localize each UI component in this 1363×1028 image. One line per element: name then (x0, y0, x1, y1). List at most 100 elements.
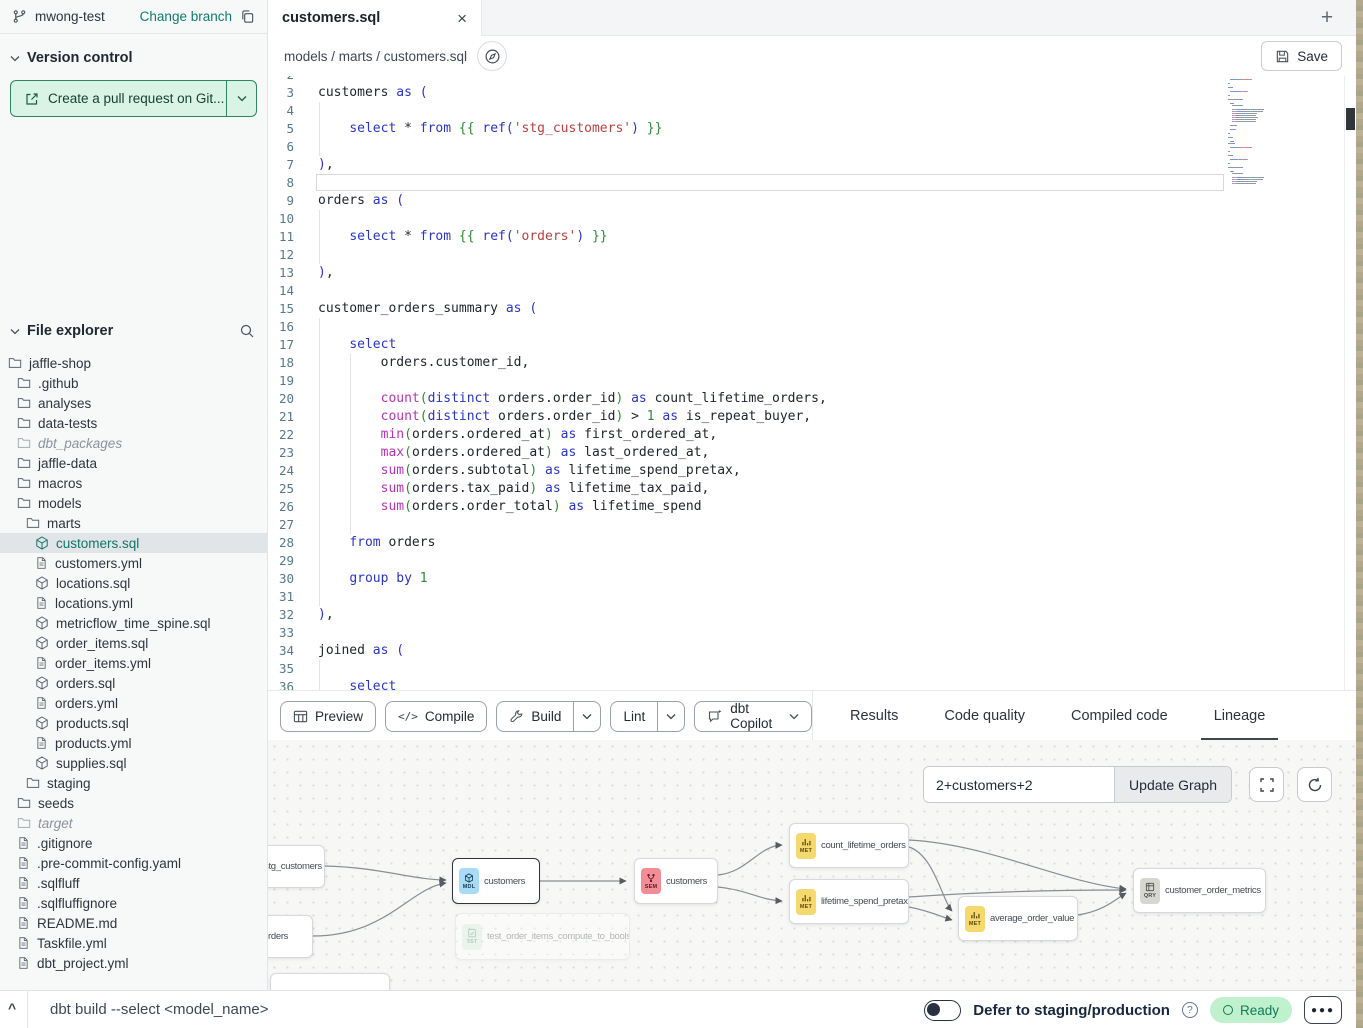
lineage-node-average_order_value[interactable]: METaverage_order_value (958, 896, 1078, 941)
update-graph-button[interactable]: Update Graph (1114, 767, 1231, 802)
tree-item-staging[interactable]: staging (0, 773, 267, 793)
lineage-node-stg_customers[interactable]: stg_customers (268, 845, 325, 888)
tree-item-order-items-sql[interactable]: order_items.sql (0, 633, 267, 653)
defer-toggle[interactable] (924, 1000, 961, 1021)
code-line-31[interactable]: 31 (268, 588, 1356, 606)
tree-item--gitignore[interactable]: .gitignore (0, 833, 267, 853)
code-line-9[interactable]: 9orders as ( (268, 192, 1356, 210)
code-line-29[interactable]: 29 (268, 552, 1356, 570)
code-line-24[interactable]: 24 sum(orders.subtotal) as lifetime_spen… (268, 462, 1356, 480)
lineage-node-orders[interactable]: orders (268, 915, 313, 958)
scrollbar-thumb[interactable] (1346, 108, 1355, 130)
tree-item-customers-sql[interactable]: customers.sql (0, 533, 267, 553)
lineage-node-customer_order_metrics[interactable]: QRYcustomer_order_metrics (1133, 868, 1266, 913)
tree-item-products-yml[interactable]: products.yml (0, 733, 267, 753)
code-line-36[interactable]: 36 select (268, 678, 1356, 690)
tree-item-customers-yml[interactable]: customers.yml (0, 553, 267, 573)
code-line-34[interactable]: 34joined as ( (268, 642, 1356, 660)
code-line-4[interactable]: 4 (268, 102, 1356, 120)
tree-item--pre-commit-config-yaml[interactable]: .pre-commit-config.yaml (0, 853, 267, 873)
copy-icon[interactable] (240, 9, 255, 24)
minimap[interactable] (1228, 76, 1310, 195)
lineage-node-partial[interactable] (270, 973, 390, 990)
code-line-3[interactable]: 3customers as ( (268, 84, 1356, 102)
code-line-33[interactable]: 33 (268, 624, 1356, 642)
code-line-21[interactable]: 21 count(distinct orders.order_id) > 1 a… (268, 408, 1356, 426)
tree-item-macros[interactable]: macros (0, 473, 267, 493)
lint-button[interactable]: Lint (610, 701, 685, 732)
compass-icon[interactable] (477, 41, 507, 71)
code-line-18[interactable]: 18 orders.customer_id, (268, 354, 1356, 372)
tree-item-order-items-yml[interactable]: order_items.yml (0, 653, 267, 673)
lineage-node-lifetime_spend_pretax[interactable]: METlifetime_spend_pretax (789, 879, 909, 924)
lineage-selector-input[interactable] (924, 767, 1114, 802)
code-line-5[interactable]: 5 select * from {{ ref('stg_customers') … (268, 120, 1356, 138)
code-line-27[interactable]: 27 (268, 516, 1356, 534)
tree-item-orders-sql[interactable]: orders.sql (0, 673, 267, 693)
tree-item-target[interactable]: target (0, 813, 267, 833)
code-line-20[interactable]: 20 count(distinct orders.order_id) as co… (268, 390, 1356, 408)
tree-item-models[interactable]: models (0, 493, 267, 513)
tree-item-dbt-project-yml[interactable]: dbt_project.yml (0, 953, 267, 973)
code-line-8[interactable]: 8 (268, 174, 1356, 192)
tree-item--sqlfluffignore[interactable]: .sqlfluffignore (0, 893, 267, 913)
code-line-13[interactable]: 13), (268, 264, 1356, 282)
tree-item-readme-md[interactable]: README.md (0, 913, 267, 933)
code-line-25[interactable]: 25 sum(orders.tax_paid) as lifetime_tax_… (268, 480, 1356, 498)
help-icon[interactable]: ? (1182, 1002, 1198, 1018)
lineage-pane[interactable]: stg_customersordersMDLcustomersSEMcustom… (268, 740, 1356, 990)
code-line-23[interactable]: 23 max(orders.ordered_at) as last_ordere… (268, 444, 1356, 462)
code-line-35[interactable]: 35 (268, 660, 1356, 678)
tree-item-locations-yml[interactable]: locations.yml (0, 593, 267, 613)
build-dropdown-button[interactable] (573, 702, 600, 731)
save-button[interactable]: Save (1261, 41, 1342, 71)
build-button[interactable]: Build (496, 701, 601, 732)
code-line-17[interactable]: 17 select (268, 336, 1356, 354)
tree-item-jaffle-shop[interactable]: jaffle-shop (0, 353, 267, 373)
code-line-10[interactable]: 10 (268, 210, 1356, 228)
tree-item-products-sql[interactable]: products.sql (0, 713, 267, 733)
tree-item--github[interactable]: .github (0, 373, 267, 393)
code-line-2[interactable]: 2 (268, 76, 1356, 84)
expand-caret-icon[interactable]: ^ (8, 1000, 16, 1016)
tree-item-jaffle-data[interactable]: jaffle-data (0, 453, 267, 473)
close-icon[interactable]: × (457, 10, 467, 27)
tab-results[interactable]: Results (850, 691, 898, 741)
command-input[interactable]: dbt build --select <model_name> (50, 1001, 268, 1018)
lineage-node-test-order-items[interactable]: TSTtest_order_items_compute_to_bools... (455, 913, 630, 960)
tree-item--sqlfluff[interactable]: .sqlfluff (0, 873, 267, 893)
code-line-15[interactable]: 15customer_orders_summary as ( (268, 300, 1356, 318)
compile-button[interactable]: </> Compile (385, 701, 487, 732)
tree-item-locations-sql[interactable]: locations.sql (0, 573, 267, 593)
tab-compiled-code[interactable]: Compiled code (1071, 691, 1168, 741)
tree-item-orders-yml[interactable]: orders.yml (0, 693, 267, 713)
pr-dropdown-button[interactable] (226, 81, 256, 116)
new-tab-button[interactable]: + (1314, 5, 1340, 31)
file-explorer-header[interactable]: File explorer (0, 313, 267, 347)
tree-item-metricflow-time-spine-sql[interactable]: metricflow_time_spine.sql (0, 613, 267, 633)
editor-scrollbar[interactable] (1344, 76, 1356, 690)
code-line-6[interactable]: 6 (268, 138, 1356, 156)
code-line-30[interactable]: 30 group by 1 (268, 570, 1356, 588)
code-line-28[interactable]: 28 from orders (268, 534, 1356, 552)
lineage-node-customers-model[interactable]: MDLcustomers (452, 858, 540, 904)
version-control-header[interactable]: Version control (0, 34, 267, 76)
code-line-22[interactable]: 22 min(orders.ordered_at) as first_order… (268, 426, 1356, 444)
search-icon[interactable] (239, 323, 255, 339)
tree-item-marts[interactable]: marts (0, 513, 267, 533)
code-line-32[interactable]: 32), (268, 606, 1356, 624)
code-editor[interactable]: 23customers as (45 select * from {{ ref(… (268, 76, 1356, 690)
tree-item-dbt-packages[interactable]: dbt_packages (0, 433, 267, 453)
lint-dropdown-button[interactable] (657, 702, 684, 731)
tree-item-data-tests[interactable]: data-tests (0, 413, 267, 433)
tree-item-supplies-sql[interactable]: supplies.sql (0, 753, 267, 773)
code-line-19[interactable]: 19 (268, 372, 1356, 390)
tab-code-quality[interactable]: Code quality (944, 691, 1025, 741)
more-options-button[interactable]: ●●● (1304, 996, 1342, 1024)
fullscreen-icon[interactable] (1249, 767, 1284, 802)
code-line-16[interactable]: 16 (268, 318, 1356, 336)
tree-item-analyses[interactable]: analyses (0, 393, 267, 413)
tab-lineage[interactable]: Lineage (1214, 691, 1266, 741)
code-line-12[interactable]: 12 (268, 246, 1356, 264)
code-line-7[interactable]: 7), (268, 156, 1356, 174)
